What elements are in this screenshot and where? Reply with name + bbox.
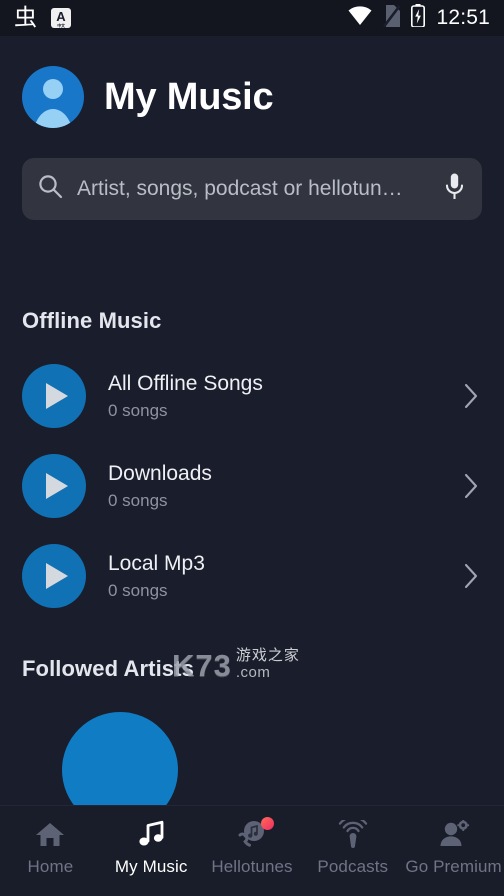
app-logo-glyph-icon: 虫 (14, 4, 37, 31)
home-icon (35, 820, 65, 848)
battery-charging-icon (411, 4, 426, 32)
avatar-head-shape (43, 79, 63, 99)
status-bar-clock: 12:51 (436, 6, 490, 29)
nav-label-home: Home (27, 857, 74, 876)
nav-label-podcasts: Podcasts (317, 857, 389, 876)
list-item-text: All Offline Songs 0 songs (108, 372, 438, 421)
status-bar-left-icons: 虫 A 中文 (14, 4, 71, 31)
page-header: My Music (0, 36, 504, 128)
search-input[interactable] (77, 177, 431, 201)
no-sim-icon (383, 4, 401, 32)
microphone-icon[interactable] (445, 173, 464, 205)
user-avatar[interactable] (22, 66, 84, 128)
list-item[interactable]: Local Mp3 0 songs (0, 540, 504, 612)
avatar-body-shape (32, 109, 74, 128)
app-root: 虫 A 中文 12:51 My Music Artist, songs, pod… (0, 0, 504, 896)
artist-avatar[interactable] (62, 712, 178, 805)
section-title-followed-artists: Followed Artists (22, 656, 194, 681)
chevron-right-icon[interactable] (460, 472, 482, 500)
search-section (0, 128, 504, 220)
music-note-icon (137, 820, 165, 848)
keyboard-language-sub: 中文 (57, 22, 65, 28)
keyboard-language-icon: A 中文 (51, 8, 71, 28)
hellotune-phone-icon (236, 817, 274, 848)
nav-item-home[interactable]: Home (0, 820, 101, 877)
offline-music-list: All Offline Songs 0 songs Downloads 0 so… (0, 360, 504, 612)
page-title: My Music (104, 75, 274, 118)
content-scroll-area[interactable]: Offline Music All Offline Songs 0 songs (0, 220, 504, 805)
list-item-subtitle: 0 songs (108, 400, 168, 420)
notification-badge (260, 817, 274, 830)
play-triangle-icon (45, 383, 68, 409)
play-button[interactable] (22, 454, 86, 518)
list-item-subtitle: 0 songs (108, 580, 168, 600)
podcast-mic-icon (338, 820, 368, 848)
nav-label-go-premium: Go Premium (405, 857, 502, 876)
wifi-icon (348, 6, 372, 30)
list-item-text: Downloads 0 songs (108, 462, 438, 511)
search-icon (38, 174, 63, 204)
search-bar[interactable] (22, 158, 482, 220)
section-title-offline-music: Offline Music (22, 308, 162, 333)
chevron-right-icon[interactable] (460, 562, 482, 590)
list-item-subtitle: 0 songs (108, 490, 168, 510)
play-triangle-icon (45, 473, 68, 499)
nav-label-my-music: My Music (114, 857, 188, 876)
list-item-text: Local Mp3 0 songs (108, 552, 438, 601)
list-item[interactable]: All Offline Songs 0 songs (0, 360, 504, 432)
nav-item-go-premium[interactable]: Go Premium (403, 820, 504, 877)
premium-person-gear-icon (438, 820, 470, 848)
nav-item-hellotunes[interactable]: Hellotunes (202, 817, 303, 877)
list-item-title: Local Mp3 (108, 551, 205, 575)
list-item[interactable]: Downloads 0 songs (0, 450, 504, 522)
nav-item-podcasts[interactable]: Podcasts (302, 820, 403, 877)
chevron-right-icon[interactable] (460, 382, 482, 410)
bottom-navigation-bar: Home My Music Hellotunes Podcasts Go Pre… (0, 805, 504, 896)
keyboard-language-letter: A (56, 8, 66, 24)
nav-label-hellotunes: Hellotunes (211, 857, 293, 876)
play-triangle-icon (45, 563, 68, 589)
status-bar: 虫 A 中文 12:51 (0, 0, 504, 36)
followed-artists-strip[interactable] (0, 712, 504, 805)
play-button[interactable] (22, 364, 86, 428)
play-button[interactable] (22, 544, 86, 608)
nav-item-my-music[interactable]: My Music (101, 820, 202, 877)
list-item-title: All Offline Songs (108, 371, 263, 395)
status-bar-right-icons: 12:51 (348, 4, 490, 32)
list-item-title: Downloads (108, 461, 212, 485)
section-offline-music: Offline Music All Offline Songs 0 songs (0, 308, 504, 612)
section-followed-artists: Followed Artists (0, 656, 504, 805)
